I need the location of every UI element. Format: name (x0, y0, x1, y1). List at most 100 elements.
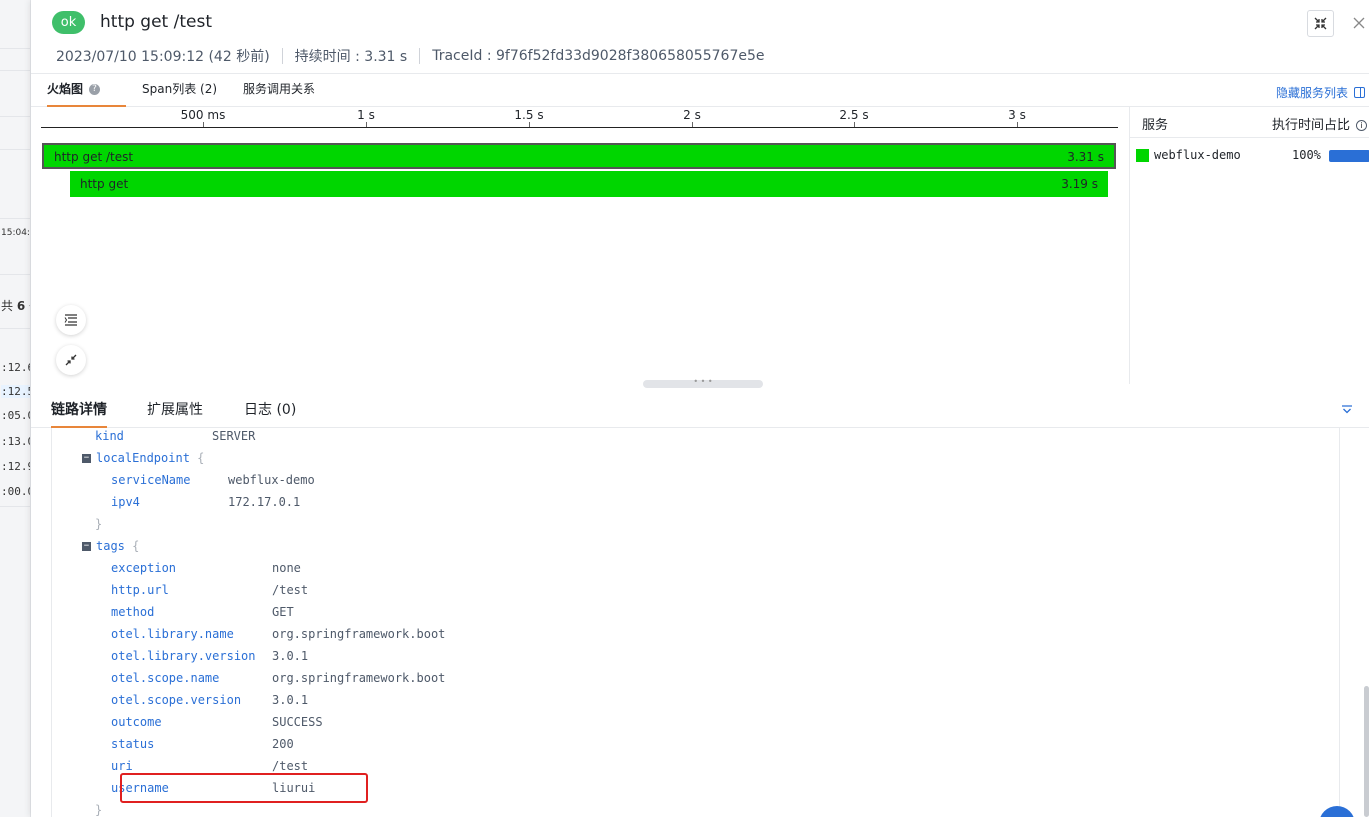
exit-fullscreen-button[interactable] (1307, 10, 1334, 37)
scrollbar[interactable] (1364, 686, 1369, 817)
ratio-header-label: 执行时间占比 (1272, 118, 1351, 133)
hide-service-list-link[interactable]: 隐藏服务列表 (1276, 84, 1366, 101)
span-duration: 3.31 s (1067, 150, 1104, 164)
divider (419, 48, 421, 64)
hide-service-list-label: 隐藏服务列表 (1276, 86, 1349, 100)
json-line: kind (95, 428, 124, 447)
json-value: 3.0.1 (272, 693, 309, 707)
json-line: SERVER (212, 428, 255, 447)
divider (0, 274, 30, 275)
json-key: tags (96, 539, 125, 553)
divider (0, 218, 30, 219)
time-tick: 3 s (1008, 108, 1026, 122)
span-name: http get /test (54, 150, 134, 164)
tag-value: /test (272, 579, 308, 601)
background-row[interactable]: :13.0 (1, 435, 30, 448)
tick-mark (1017, 122, 1018, 127)
close-button[interactable] (1349, 13, 1369, 33)
filter-icon[interactable] (1341, 404, 1353, 416)
service-list-panel: 服务 执行时间占比 i webflux-demo 100% (1129, 107, 1369, 384)
background-row[interactable]: :12.9 (1, 460, 30, 473)
tag-value: none (272, 557, 301, 579)
trace-detail-drawer: ok http get /test 2023/07/10 15:09:12 (4… (31, 0, 1369, 817)
tag-key: exception (111, 557, 176, 579)
json-line: − localEndpoint { (82, 447, 204, 469)
divider (281, 48, 283, 64)
json-value: SERVER (212, 429, 256, 443)
tag-key: otel.scope.name (111, 667, 219, 689)
json-value: /test (272, 759, 309, 773)
background-time: 15:04: (1, 228, 30, 238)
json-value: 200 (272, 737, 294, 751)
status-badge: ok (52, 11, 85, 34)
tag-value: 3.0.1 (272, 689, 308, 711)
divider (0, 149, 30, 150)
tab-service-relations[interactable]: 服务调用关系 (243, 74, 315, 107)
tag-key: status (111, 733, 154, 755)
detail-tabs: 链路详情 扩展属性 日志 (0) (31, 392, 1369, 428)
collapse-toggle-icon[interactable]: − (82, 454, 91, 463)
json-key: otel.library.version (111, 649, 256, 663)
json-line: 172.17.0.1 (228, 491, 300, 513)
service-color-swatch (1136, 149, 1149, 162)
tag-value: SUCCESS (272, 711, 323, 733)
info-icon[interactable]: i (1356, 120, 1368, 131)
divider (0, 48, 30, 49)
list-view-button[interactable] (56, 305, 86, 335)
json-key: method (111, 605, 155, 619)
tag-key: outcome (111, 711, 162, 733)
json-value: webflux-demo (228, 473, 315, 487)
span-bar-root[interactable]: http get /test 3.31 s (42, 143, 1116, 169)
json-key: otel.scope.name (111, 671, 220, 685)
span-bar-child[interactable]: http get 3.19 s (70, 171, 1108, 197)
collapse-button[interactable] (56, 345, 86, 375)
json-line: − tags { (82, 535, 139, 557)
json-key: otel.library.name (111, 627, 234, 641)
trace-timestamp: 2023/07/10 15:09:12 (42 秒前) (56, 49, 270, 65)
json-key: uri (111, 759, 133, 773)
divider (0, 70, 30, 71)
resize-handle[interactable]: • • • (643, 378, 763, 388)
time-tick: 1.5 s (514, 108, 544, 122)
background-total: 共 6 条 (1, 297, 30, 314)
background-row[interactable]: :05.0 (1, 409, 30, 422)
json-brace: } (95, 517, 103, 531)
collapse-arrows-icon (65, 354, 77, 366)
tab-trace-detail[interactable]: 链路详情 (51, 392, 107, 428)
json-viewer: kind SERVER − localEndpoint { serviceName… (51, 428, 1340, 817)
json-brace: { (197, 451, 205, 465)
collapse-fullscreen-icon (1314, 17, 1327, 30)
ratio-column-header: 执行时间占比 i (1272, 114, 1368, 133)
total-prefix: 共 (1, 299, 14, 313)
service-ratio-bar (1329, 150, 1369, 162)
span-duration: 3.19 s (1061, 177, 1098, 191)
help-icon[interactable]: ? (89, 84, 101, 95)
service-percent: 100% (1292, 148, 1321, 162)
background-row[interactable]: :00.0 (1, 485, 30, 498)
json-line: webflux-demo (228, 469, 315, 491)
collapse-toggle-icon[interactable]: − (82, 542, 91, 551)
time-tick: 2 s (683, 108, 701, 122)
service-column-header: 服务 (1142, 118, 1169, 133)
close-icon (1353, 17, 1365, 29)
json-key: status (111, 737, 155, 751)
tab-flame-graph[interactable]: 火焰图? (47, 74, 126, 107)
tick-mark (366, 122, 367, 127)
divider (0, 116, 30, 117)
tag-key: otel.scope.version (111, 689, 241, 711)
service-row[interactable]: webflux-demo 100% (1130, 147, 1369, 167)
trace-meta: 2023/07/10 15:09:12 (42 秒前) 持续时间 : 3.31 … (56, 46, 764, 66)
highlight-box (120, 773, 368, 803)
divider (0, 328, 30, 329)
tab-logs[interactable]: 日志 (0) (244, 392, 296, 428)
span-name: http get (80, 177, 129, 191)
background-page-strip: 15:04: 共 6 条 :12.6 :12.5 :05.0 :13.0 :12… (0, 0, 31, 817)
background-row[interactable]: :12.5 (1, 385, 30, 398)
tab-extended-attributes[interactable]: 扩展属性 (147, 392, 203, 428)
json-key: otel.scope.version (111, 693, 242, 707)
tab-span-list[interactable]: Span列表 (2) (142, 74, 217, 107)
json-key: serviceName (111, 473, 191, 487)
background-row[interactable]: :12.6 (1, 361, 30, 374)
divider (0, 506, 30, 507)
tag-value: 3.0.1 (272, 645, 308, 667)
